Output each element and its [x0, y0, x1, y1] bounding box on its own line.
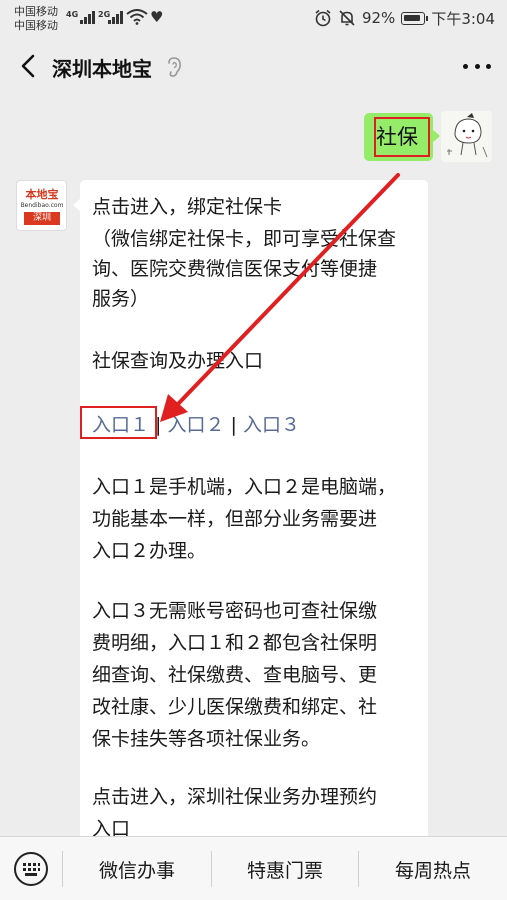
highlight-box-shebao: [374, 117, 430, 157]
para-2-line-2: 费明细，入口１和２都包含社保明: [92, 632, 378, 654]
back-icon[interactable]: [14, 51, 44, 81]
bot-message-bubble: 点击进入，绑定社保卡 （微信绑定社保卡，即可享受社保查 询、医院交费微信医保支付…: [80, 180, 428, 840]
separator-2: |: [224, 414, 243, 436]
menu-item-discount-tickets[interactable]: 特惠门票: [212, 837, 358, 900]
para-1-line-2: 功能基本一样，但部分业务需要进: [92, 508, 378, 530]
status-time: 下午3:04: [431, 9, 495, 28]
user-avatar-drawing: [441, 111, 492, 162]
heart-icon: ♥: [150, 8, 164, 26]
menu-item-wechat-services[interactable]: 微信办事: [63, 837, 211, 900]
entry-3-link[interactable]: 入口３: [243, 414, 300, 436]
carrier-1: 中国移动: [14, 5, 58, 18]
bottom-menu-bar: 微信办事 特惠门票 每周热点: [0, 836, 507, 900]
carrier-info: 中国移动 中国移动: [14, 5, 58, 33]
battery-icon: [401, 11, 429, 25]
ear-icon: [168, 57, 181, 77]
signal-icon-2: [108, 10, 128, 24]
status-bar: 中国移动 中国移动 4G 2G ♥ 92% 下午3:04: [0, 0, 507, 38]
entry-2-link[interactable]: 入口２: [168, 414, 225, 436]
wifi-icon: [126, 9, 148, 25]
logo-top-text: 本地宝: [25, 188, 59, 201]
para-1-line-3: 入口２办理。: [92, 540, 207, 562]
battery-percent: 92%: [361, 9, 396, 27]
page-title: 深圳本地宝: [52, 57, 152, 81]
carrier-2: 中国移动: [14, 19, 58, 32]
network-type-1: 4G: [66, 10, 79, 19]
para-2-line-4: 改社康、少儿医保缴费和绑定、社: [92, 696, 378, 718]
mute-icon: [339, 10, 355, 26]
alarm-icon: [315, 9, 331, 27]
signal-icon: [80, 10, 100, 24]
link-bind-social-card[interactable]: 点击进入，绑定社保卡: [92, 192, 282, 222]
logo-mid-text: Bendibao.com: [20, 202, 64, 209]
highlight-box-entry-1: [80, 406, 157, 439]
logo-bottom-text: 深圳: [24, 212, 60, 225]
para-2-line-3: 细查询、社保缴费、查电脑号、更: [92, 664, 378, 686]
bot-avatar[interactable]: 本地宝 Bendibao.com 深圳: [16, 180, 67, 231]
desc-line-2: 询、医院交费微信医保支付等便捷: [92, 258, 378, 280]
para-2-line-1: 入口３无需账号密码也可查社保缴: [92, 600, 378, 622]
more-icon[interactable]: [463, 54, 491, 78]
link-appointment-line-1[interactable]: 点击进入，深圳社保业务办理预约: [92, 782, 377, 812]
desc-line-1: （微信绑定社保卡，即可享受社保查: [92, 228, 397, 250]
query-title: 社保查询及办理入口: [92, 350, 264, 372]
status-right: 92% 下午3:04: [314, 8, 495, 28]
para-2-line-5: 保卡挂失等各项社保业务。: [92, 728, 321, 750]
keyboard-icon[interactable]: [13, 851, 49, 887]
menu-item-weekly-hot[interactable]: 每周热点: [359, 837, 507, 900]
desc-line-3: 服务）: [92, 288, 150, 310]
user-avatar[interactable]: [441, 111, 492, 162]
title-bar: 深圳本地宝: [0, 38, 507, 96]
para-1-line-1: 入口１是手机端，入口２是电脑端，: [92, 476, 397, 498]
